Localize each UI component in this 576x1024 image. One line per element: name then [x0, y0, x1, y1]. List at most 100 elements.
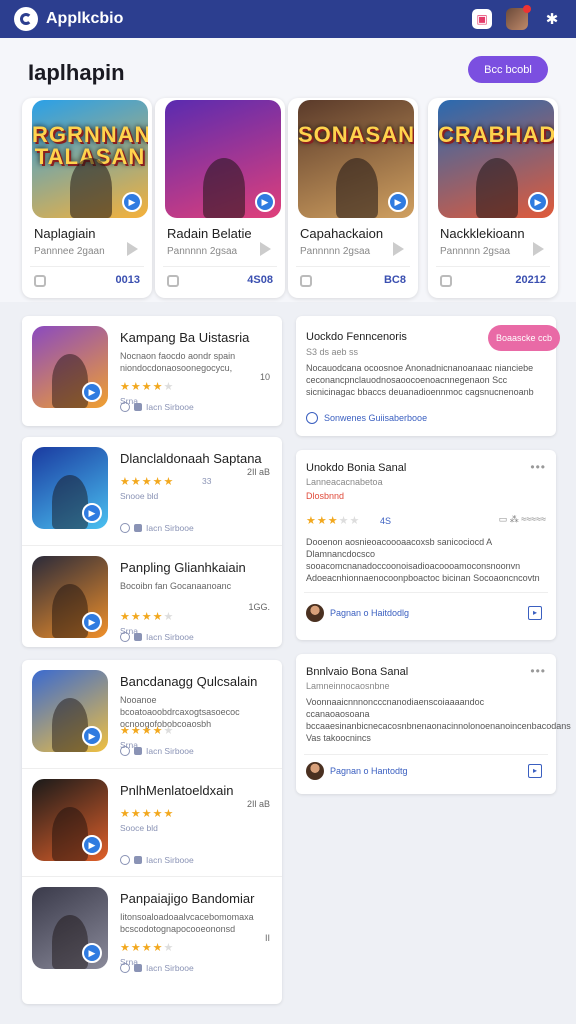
featured-card[interactable]: ▶ Radain Belatie Pannnnn 2gsaa 4S08 — [155, 98, 285, 298]
play-badge-icon[interactable]: ▶ — [82, 503, 102, 523]
game-thumbnail[interactable]: ▶ — [32, 556, 108, 638]
play-badge-icon[interactable]: ▶ — [255, 192, 275, 212]
share-icon[interactable]: ▸ — [528, 764, 542, 778]
play-badge-icon[interactable]: ▶ — [82, 726, 102, 746]
tag-icon — [134, 633, 142, 641]
game-title: Panpaiajigo Bandomiar — [120, 891, 255, 906]
play-badge-icon[interactable]: ▶ — [122, 192, 142, 212]
divider — [163, 266, 277, 267]
game-footer-label: Iacn Sirbooe — [146, 632, 194, 642]
game-footer-label: Iacn Sirbooe — [146, 402, 194, 412]
character-figure — [70, 158, 112, 218]
game-meta: Snooe bld — [120, 491, 159, 501]
game-title: Dlanclaldonaah Saptana — [120, 451, 262, 466]
game-footer-label: Iacn Sirbooe — [146, 523, 194, 533]
game-list-2: ▶ Dlanclaldonaah Saptana ★★★★★ 33 Snooe bld 2… — [22, 437, 282, 647]
section-action-button[interactable]: Bcc bcobl — [468, 56, 548, 83]
play-badge-icon[interactable]: ▶ — [528, 192, 548, 212]
character-figure — [52, 807, 88, 861]
review-card[interactable]: Unokdo Bonia Sanal ••• Lanneacacnabetoa … — [296, 450, 556, 640]
game-thumbnail[interactable]: ▶ — [32, 887, 108, 969]
game-thumbnail[interactable]: ▶ — [32, 670, 108, 752]
featured-art: RGRNNAN TALASAN ▶ — [32, 100, 148, 218]
featured-art: SONASAN ▶ — [298, 100, 414, 218]
author-avatar — [306, 762, 324, 780]
avatar[interactable] — [506, 5, 531, 30]
play-badge-icon[interactable]: ▶ — [82, 382, 102, 402]
character-figure — [336, 158, 378, 218]
list-item[interactable]: ▶ Panpaiajigo Bandomiar Iitonsoaloadoaalvc… — [22, 876, 282, 984]
review-card[interactable]: Bnnlvaio Bona Sanal ••• Lamneinnocaosnbn… — [296, 654, 571, 794]
game-title: Kampang Ba Uistasria — [120, 330, 250, 345]
app-logo-icon[interactable] — [14, 7, 38, 31]
game-footer-label: Iacn Sirbooe — [146, 855, 194, 865]
tag-icon — [134, 856, 142, 864]
character-figure — [203, 158, 245, 218]
review-highlight-line: Dlosbnnd — [306, 490, 506, 502]
share-icon[interactable]: ▸ — [528, 606, 542, 620]
game-thumbnail[interactable]: ▶ — [32, 326, 108, 408]
play-badge-icon[interactable]: ▶ — [388, 192, 408, 212]
more-icon[interactable]: ••• — [530, 460, 546, 474]
game-footer-label: Iacn Sirbooe — [146, 746, 194, 756]
play-badge-icon[interactable]: ▶ — [82, 943, 102, 963]
rating-value: 33 — [202, 476, 212, 486]
clock-icon — [120, 523, 130, 533]
clock-icon — [120, 746, 130, 756]
featured-count: BC8 — [383, 274, 406, 286]
game-desc: Iitonsoaloadoaalvcacebomomaxa bcscodotog… — [120, 912, 254, 934]
featured-card[interactable]: SONASAN ▶ Capahackaion Pannnnn 2gsaa BC8 — [288, 98, 418, 298]
settings-icon[interactable]: ✱ — [542, 9, 562, 29]
rating-stars: ★★★★★ — [120, 611, 175, 623]
play-icon[interactable] — [127, 242, 138, 256]
play-badge-icon[interactable]: ▶ — [82, 612, 102, 632]
featured-art-title: CRABHAD — [438, 122, 554, 147]
review-text: Dooenon aosnieoacoooaacoxsb sanicociocd … — [306, 537, 540, 583]
play-icon[interactable] — [533, 242, 544, 256]
character-figure — [52, 475, 88, 529]
game-desc: Bocoibn fan Gocanaanoanc — [120, 581, 232, 591]
play-icon[interactable] — [260, 242, 271, 256]
featured-card[interactable]: CRABHAD ▶ Nackklekioann Pannnnn 2gsaa 20212 — [428, 98, 558, 298]
pink-action-button[interactable]: Boaascke ccb — [488, 325, 560, 351]
clock-icon — [120, 855, 130, 865]
review-rating: 4S — [380, 516, 392, 526]
character-figure — [52, 698, 88, 752]
game-footer: Iacn Sirbooe — [120, 402, 194, 412]
clock-icon — [120, 402, 130, 412]
author-name: Pagnan o Hantodtg — [330, 766, 408, 776]
review-author[interactable]: Pagnan o Hantodtg — [306, 762, 408, 780]
character-figure — [52, 354, 88, 408]
play-badge-icon[interactable]: ▶ — [82, 835, 102, 855]
review-footer-label: Sonwenes Guiisaberbooe — [324, 413, 428, 423]
review-date-icon: ▭ ⁂ ≈≈≈≈≈ — [498, 514, 546, 524]
game-thumbnail[interactable]: ▶ — [32, 447, 108, 529]
game-thumbnail[interactable]: ▶ — [32, 779, 108, 861]
character-figure — [52, 584, 88, 638]
list-item[interactable]: ▶ Bancdanagg Qulcsalain Nooanoe bcoatoaoob… — [22, 660, 282, 768]
character-figure — [476, 158, 518, 218]
featured-count: 20212 — [515, 274, 546, 286]
featured-title: Nackklekioann — [440, 226, 525, 241]
app-store-icon[interactable]: ▣ — [472, 9, 492, 29]
list-item[interactable]: ▶ Dlanclaldonaah Saptana ★★★★★ 33 Snooe bld 2… — [22, 437, 282, 545]
game-desc: Nocnaon faocdo aondr spain niondocdonaos… — [120, 351, 236, 373]
rating-stars: ★★★★★ — [120, 942, 175, 954]
rating-stars: ★★★★★ — [120, 808, 175, 820]
list-item[interactable]: ▶ Panpling Glianhkaiain Bocoibn fan Gocana… — [22, 545, 282, 653]
featured-card[interactable]: RGRNNAN TALASAN ▶ Naplagiain Pannnee 2gaan 0… — [22, 98, 152, 298]
review-footer[interactable]: Sonwenes Guiisaberbooe — [306, 412, 427, 424]
review-author[interactable]: Pagnan o Haitdodlg — [306, 604, 409, 622]
info-icon — [306, 412, 318, 424]
tag-icon — [134, 964, 142, 972]
game-footer: Iacn Sirbooe — [120, 855, 194, 865]
review-sub: S3 ds aeb ss — [306, 347, 359, 357]
review-highlight: Dlosbnnd — [306, 491, 345, 501]
tag-icon — [134, 747, 142, 755]
list-item[interactable]: ▶ PnlhMenlatoeldxain ★★★★★ Sooce bld 2Il aB I… — [22, 768, 282, 876]
more-icon[interactable]: ••• — [530, 664, 546, 678]
list-item[interactable]: ▶ Kampang Ba Uistasria Nocnaon faocdo aond… — [22, 316, 282, 424]
play-icon[interactable] — [393, 242, 404, 256]
game-size: II — [264, 933, 270, 943]
game-size: 10 — [259, 372, 270, 382]
